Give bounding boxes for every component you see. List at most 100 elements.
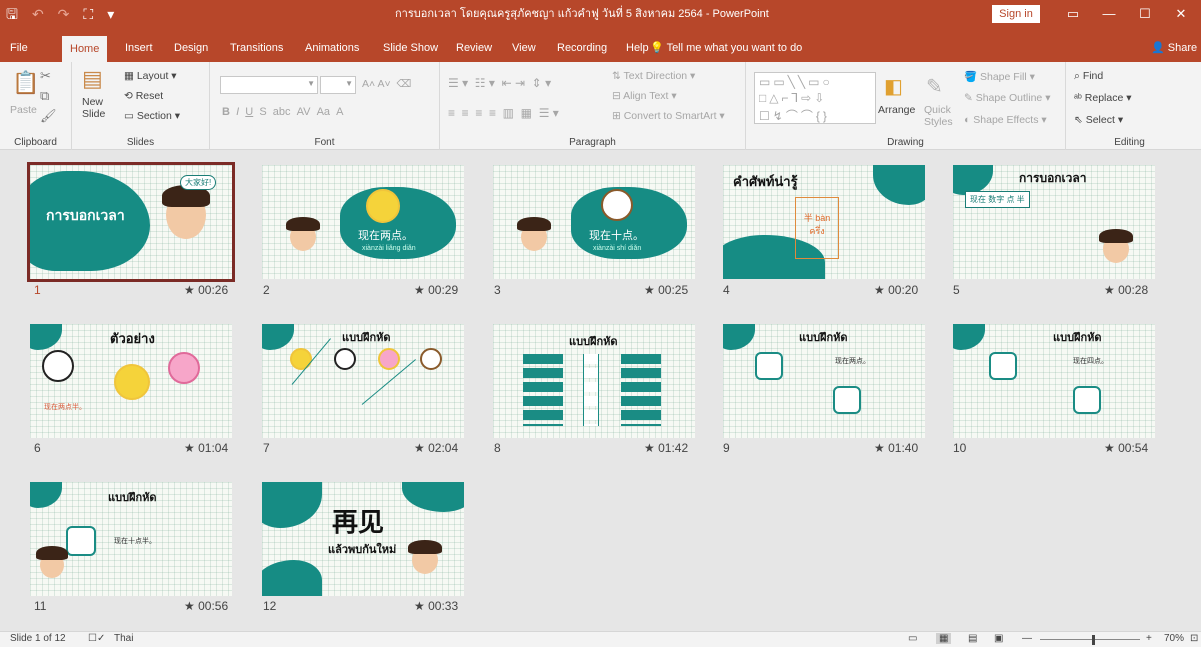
clock-icon bbox=[420, 348, 442, 370]
sign-in-button[interactable]: Sign in bbox=[992, 5, 1040, 23]
arrange-icon[interactable]: ◧ bbox=[884, 74, 903, 99]
find-button[interactable]: ⌕ Find bbox=[1074, 70, 1103, 83]
shape-fill-button[interactable]: 🪣 Shape Fill ▾ bbox=[964, 70, 1035, 83]
tab-view[interactable]: View bbox=[512, 37, 536, 62]
paste-button-label[interactable]: Paste bbox=[10, 104, 37, 116]
slide-thumbnail-3[interactable]: 现在十点。 xiànzài shí diǎn bbox=[493, 165, 695, 279]
cursor-icon: ⇖ bbox=[1074, 114, 1086, 126]
paste-icon[interactable]: 📋 bbox=[12, 70, 39, 96]
slide-thumbnail-8[interactable]: แบบฝึกหัด bbox=[493, 324, 695, 438]
slide-title: การบอกเวลา bbox=[1019, 171, 1087, 185]
vertical-scrollbar[interactable] bbox=[1193, 151, 1201, 631]
normal-view-icon[interactable]: ▭ bbox=[908, 633, 917, 644]
customize-qat-icon[interactable]: ▾ bbox=[107, 4, 114, 24]
replace-button[interactable]: ᵃᵇ Replace ▾ bbox=[1074, 92, 1132, 104]
spellcheck-icon[interactable]: ☐✓ bbox=[88, 633, 105, 644]
tab-recording[interactable]: Recording bbox=[557, 37, 607, 62]
chevron-down-icon: ▼ bbox=[345, 79, 353, 88]
new-slide-icon[interactable]: ▤ bbox=[82, 66, 103, 92]
slide-timing: ★ 00:26 bbox=[184, 283, 229, 297]
clock-card bbox=[833, 386, 861, 414]
ribbon-display-options-icon[interactable]: ▭ bbox=[1058, 0, 1088, 28]
zoom-in-icon[interactable]: + bbox=[1146, 633, 1152, 644]
save-icon[interactable]: 🖫 bbox=[6, 4, 18, 24]
select-button[interactable]: ⇖ Select ▾ bbox=[1074, 114, 1123, 126]
tab-home[interactable]: Home bbox=[62, 36, 108, 62]
shapes-gallery[interactable]: ▭▭╲╲▭○ □△⌐⅂⇨⇩ ☐↯⌒⌒{} bbox=[754, 72, 876, 124]
quick-styles-label2[interactable]: Styles bbox=[924, 116, 953, 128]
restore-button[interactable]: ☐ bbox=[1130, 0, 1160, 28]
slide-title: แบบฝึกหัด bbox=[569, 336, 618, 348]
tab-help[interactable]: Help bbox=[626, 37, 649, 62]
slideshow-from-start-icon[interactable]: ⛶ bbox=[83, 4, 93, 24]
new-slide-label2[interactable]: Slide bbox=[82, 108, 105, 120]
clock-icon bbox=[366, 189, 400, 223]
redo-icon[interactable]: ↷ bbox=[58, 4, 70, 24]
slide-sorter-view-icon[interactable]: ▦ bbox=[936, 633, 952, 644]
slide-thumbnail-11[interactable]: แบบฝึกหัด 现在十点半。 bbox=[30, 482, 232, 596]
paint-bucket-icon: 🪣 bbox=[964, 71, 980, 83]
cut-icon[interactable]: ✂ bbox=[40, 68, 51, 84]
reset-button[interactable]: ⟲ Reset bbox=[124, 90, 163, 102]
zoom-out-icon[interactable]: — bbox=[1022, 633, 1032, 644]
section-icon: ▭ bbox=[124, 110, 137, 122]
layout-button[interactable]: ▦ Layout ▾ bbox=[124, 70, 177, 82]
align-buttons[interactable]: ≡ ≡ ≡ ≡ ▥ ▦ ☰ ▾ bbox=[448, 106, 559, 120]
slide-thumbnail-5[interactable]: การบอกเวลา 现在 数字 点 半 bbox=[953, 165, 1155, 279]
arrange-label[interactable]: Arrange bbox=[878, 104, 915, 116]
new-slide-label[interactable]: New bbox=[82, 96, 103, 108]
effects-icon: ◐ bbox=[964, 114, 974, 126]
slide-number: 11 bbox=[34, 599, 47, 613]
tab-transitions[interactable]: Transitions bbox=[230, 37, 283, 62]
slide-title: แบบฝึกหัด bbox=[108, 492, 157, 504]
teal-blob bbox=[262, 482, 322, 528]
format-painter-icon[interactable]: 🖌 bbox=[40, 108, 57, 124]
minimize-button[interactable]: — bbox=[1094, 0, 1124, 28]
tab-review[interactable]: Review bbox=[456, 37, 492, 62]
editing-label: Editing bbox=[1114, 137, 1145, 148]
teal-blob bbox=[262, 324, 294, 350]
slide-thumbnail-10[interactable]: แบบฝึกหัด 现在四点。 bbox=[953, 324, 1155, 438]
tab-insert[interactable]: Insert bbox=[125, 37, 153, 62]
slide-thumbnail-6[interactable]: ตัวอย่าง 现在两点半。 bbox=[30, 324, 232, 438]
slide-thumbnail-4[interactable]: คำศัพท์น่ารู้ 半 bàn ครึ่ง bbox=[723, 165, 925, 279]
quick-styles-icon[interactable]: ✎ bbox=[926, 74, 943, 99]
slide-thumbnail-1[interactable]: การบอกเวลา 大家好! bbox=[27, 162, 235, 282]
align-text-button[interactable]: ⊟ Align Text ▾ bbox=[612, 90, 677, 102]
undo-icon[interactable]: ↶ bbox=[32, 4, 44, 24]
slide-number: 5 bbox=[953, 283, 960, 297]
cartoon-hair bbox=[517, 217, 551, 231]
tab-animations[interactable]: Animations bbox=[305, 37, 359, 62]
quick-styles-label[interactable]: Quick bbox=[924, 104, 951, 116]
tab-file[interactable]: File bbox=[10, 37, 28, 62]
fit-to-window-icon[interactable]: ⊡ bbox=[1190, 633, 1198, 644]
tab-design[interactable]: Design bbox=[174, 37, 208, 62]
tab-slide-show[interactable]: Slide Show bbox=[383, 37, 438, 62]
slide-thumbnail-9[interactable]: แบบฝึกหัด 现在两点。 bbox=[723, 324, 925, 438]
slideshow-view-icon[interactable]: ▣ bbox=[994, 633, 1003, 644]
font-size-box[interactable]: ▼ bbox=[320, 76, 356, 94]
list-buttons[interactable]: ☰ ▾ ☷ ▾ ⇤ ⇥ ⇕ ▾ bbox=[448, 76, 551, 90]
shape-outline-button[interactable]: ✎ Shape Outline ▾ bbox=[964, 92, 1050, 104]
language-indicator[interactable]: Thai bbox=[114, 633, 133, 644]
slide-thumbnail-7[interactable]: แบบฝึกหัด bbox=[262, 324, 464, 438]
slide-number: 1 bbox=[34, 283, 41, 297]
font-name-box[interactable]: ▼ bbox=[220, 76, 318, 94]
zoom-slider[interactable] bbox=[1040, 639, 1140, 640]
share-button[interactable]: 👤 Share bbox=[1151, 37, 1197, 59]
copy-icon[interactable]: ⧉ bbox=[40, 88, 49, 104]
tell-me-box[interactable]: 💡 Tell me what you want to do bbox=[650, 37, 802, 59]
shape-effects-button[interactable]: ◐ Shape Effects ▾ bbox=[964, 114, 1047, 126]
reading-view-icon[interactable]: ▤ bbox=[968, 633, 977, 644]
close-button[interactable]: ✕ bbox=[1166, 0, 1196, 28]
zoom-level[interactable]: 70% bbox=[1164, 633, 1184, 644]
font-size-buttons[interactable]: A˄ A˅ ⌫ bbox=[362, 78, 411, 90]
text-direction-button[interactable]: ⇅ Text Direction ▾ bbox=[612, 70, 695, 82]
slide-number: 9 bbox=[723, 441, 730, 455]
convert-smartart-button[interactable]: ⊞ Convert to SmartArt ▾ bbox=[612, 110, 725, 122]
slide-thumbnail-2[interactable]: 现在两点。 xiànzài liǎng diǎn bbox=[262, 165, 464, 279]
slide-thumbnail-12[interactable]: 再见 แล้วพบกันใหม่ bbox=[262, 482, 464, 596]
section-button[interactable]: ▭ Section ▾ bbox=[124, 110, 180, 122]
zoom-slider-thumb[interactable] bbox=[1092, 635, 1095, 645]
font-format-buttons[interactable]: B I U S abc AV Aa A bbox=[222, 106, 344, 118]
